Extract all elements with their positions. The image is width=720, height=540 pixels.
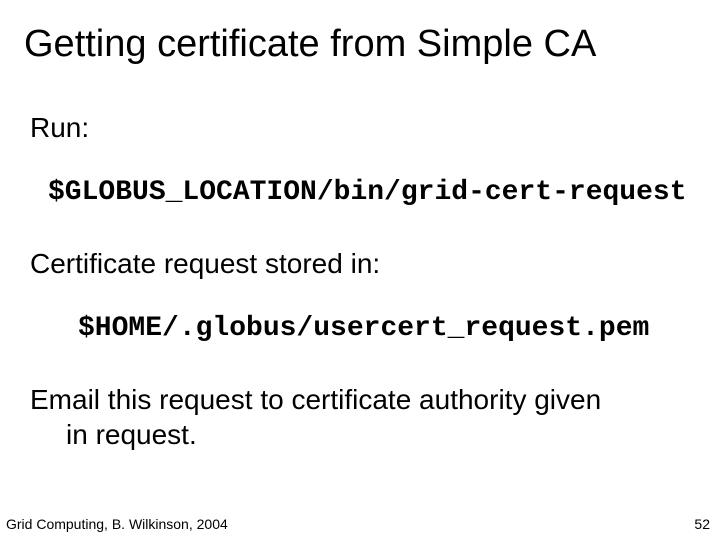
email-instruction-line1: Email this request to certificate author… xyxy=(30,384,601,415)
slide-title: Getting certificate from Simple CA xyxy=(24,24,696,66)
footer-citation: Grid Computing, B. Wilkinson, 2004 xyxy=(6,516,228,532)
email-instruction-line2: in request. xyxy=(30,417,690,452)
slide: Getting certificate from Simple CA Run: … xyxy=(0,0,720,540)
stored-in-label: Certificate request stored in: xyxy=(30,246,690,281)
run-label: Run: xyxy=(30,110,690,145)
path-usercert-request: $HOME/.globus/usercert_request.pem xyxy=(30,311,690,346)
slide-body: Run: $GLOBUS_LOCATION/bin/grid-cert-requ… xyxy=(30,110,690,452)
page-number: 52 xyxy=(694,516,710,532)
email-instruction: Email this request to certificate author… xyxy=(30,382,690,452)
command-grid-cert-request: $GLOBUS_LOCATION/bin/grid-cert-request xyxy=(30,175,690,210)
